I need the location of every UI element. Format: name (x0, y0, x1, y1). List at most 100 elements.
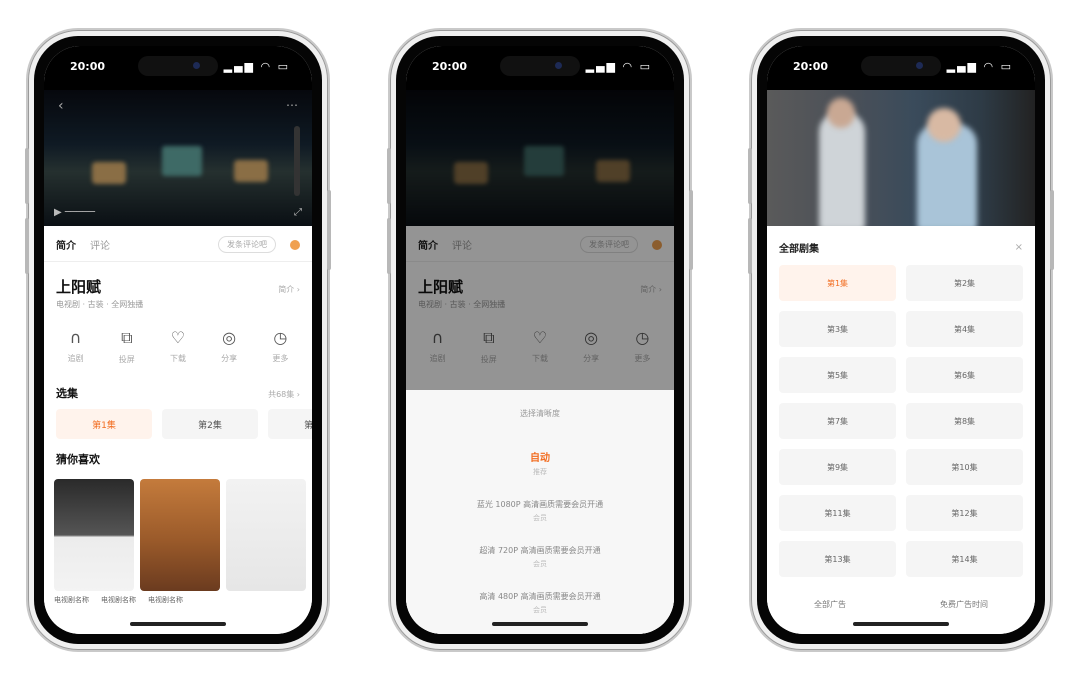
footer-link[interactable]: 全部广告 (814, 599, 846, 610)
episodes-more[interactable]: 共68集 › (268, 389, 300, 400)
poster-caption: 电视剧名称 (148, 596, 183, 604)
status-bar: 20:00 ▂▄▆ ◠ ▭ (44, 46, 312, 90)
dynamic-island (138, 56, 218, 76)
scene-lamp (234, 160, 268, 182)
episode-cell[interactable]: 第4集 (906, 311, 1023, 347)
scene-lamp (92, 162, 126, 184)
play-icon[interactable]: ▶ ───── (54, 207, 95, 218)
scene-screen (162, 146, 202, 176)
episode-cell[interactable]: 第6集 (906, 357, 1023, 393)
episode-cell[interactable]: 第14集 (906, 541, 1023, 577)
poster-item[interactable] (140, 479, 220, 591)
status-icons: ▂▄▆ ◠ ▭ (223, 60, 290, 73)
status-bar: 20:00 ▂▄▆ ◠ ▭ (406, 46, 674, 90)
action-cast[interactable]: ⧉ 投屏 (119, 328, 135, 365)
scene-face (827, 98, 855, 128)
recommend-header: 猜你喜欢 (44, 439, 312, 475)
episode-cell[interactable]: 第9集 (779, 449, 896, 485)
option-label: 蓝光 1080P 高清画质需要会员开通 (476, 500, 604, 509)
episode-cell[interactable]: 第7集 (779, 403, 896, 439)
video-player[interactable]: ‹ ⋯ ▶ ───── ⤢ (44, 90, 312, 226)
phone-bezel: 20:00 ▂▄▆ ◠ ▭ 全部剧集 × 第1集 第2集 第3集 第4集 第5集 第6集第… (757, 36, 1045, 644)
action-share[interactable]: ◎ 分享 (221, 328, 237, 365)
episode-cell[interactable]: 第10集 (906, 449, 1023, 485)
home-indicator[interactable] (853, 622, 949, 626)
episode-grid: 第1集 第2集 第3集 第4集 第5集 第6集 第7集 第8集 第9集 第10集 第11集 第12集第… (767, 265, 1035, 577)
action-more[interactable]: ◷ 更多 (272, 328, 288, 365)
episodes-screen: 20:00 ▂▄▆ ◠ ▭ 全部剧集 × 第1集 第2集 第3集 第4集 第5集 第6集第… (767, 46, 1035, 634)
episode-cell[interactable]: 第11集 (779, 495, 896, 531)
tab-intro[interactable]: 简介 (56, 237, 76, 252)
status-bar: 20:00 ▂▄▆ ◠ ▭ (767, 46, 1035, 90)
episodes-title: 选集 (56, 387, 78, 400)
dynamic-island (861, 56, 941, 76)
danmaku-bar (294, 126, 300, 196)
action-bar: ∩ 追剧 ⧉ 投屏 ♡ 下载 ◎ 分享 ◷ 更多 (44, 310, 312, 373)
footer-link[interactable]: 免费广告时间 (940, 599, 988, 610)
comment-input[interactable]: 发条评论吧 (218, 236, 276, 253)
show-meta: 电视剧 · 古装 · 全网独播 (56, 300, 144, 309)
status-time: 20:00 (432, 60, 468, 73)
episode-item[interactable]: 第1集 (56, 409, 152, 439)
quality-option[interactable]: 自动 推荐 (406, 441, 674, 491)
action-download[interactable]: ♡ 下载 (170, 328, 186, 365)
quality-sheet: 选择清晰度 自动 推荐 蓝光 1080P 高清画质需要会员开通 会员 超清 72… (406, 390, 674, 634)
episode-panel: 全部剧集 × 第1集 第2集 第3集 第4集 第5集 第6集 第7集 第8集 第9集 第10集 第1… (767, 226, 1035, 634)
close-icon[interactable]: × (1015, 242, 1023, 253)
option-label: 高清 480P 高清画质需要会员开通 (479, 592, 601, 601)
share-icon: ◎ (222, 328, 237, 347)
action-label: 追剧 (67, 354, 84, 363)
avatar[interactable] (290, 239, 300, 250)
player-controls[interactable]: ▶ ───── ⤢ (54, 207, 302, 218)
option-label: 自动 (530, 453, 550, 464)
title-row: 上阳赋 简介 › (44, 262, 312, 299)
action-label: 下载 (169, 354, 186, 363)
video-player[interactable] (767, 90, 1035, 226)
action-follow[interactable]: ∩ 追剧 (68, 328, 84, 365)
scene-face (927, 108, 961, 142)
episode-cell[interactable]: 第3集 (779, 311, 896, 347)
phone-picker: 20:00 ▂▄▆ ◠ ▭ 简介 评论 发条评论吧 上阳赋 简介 › 电视剧 ·… (387, 30, 693, 650)
picker-screen: 20:00 ▂▄▆ ◠ ▭ 简介 评论 发条评论吧 上阳赋 简介 › 电视剧 ·… (406, 46, 674, 634)
episode-cell[interactable]: 第2集 (906, 265, 1023, 301)
detail-body: 简介 评论 发条评论吧 上阳赋 简介 › 电视剧 · 古装 · 全网独播 ∩ 追剧… (44, 226, 312, 634)
poster-list (44, 475, 312, 591)
back-icon[interactable]: ‹ (58, 98, 64, 114)
brief-link[interactable]: 简介 › (278, 284, 300, 295)
poster-caption: 电视剧名称 (101, 596, 136, 604)
status-time: 20:00 (70, 60, 106, 73)
detail-tabs: 简介 评论 发条评论吧 (44, 226, 312, 262)
quality-option[interactable]: 超清 720P 高清画质需要会员开通 会员 (406, 537, 674, 583)
episode-cell[interactable]: 第13集 (779, 541, 896, 577)
dim-overlay[interactable] (406, 90, 674, 390)
home-indicator[interactable] (492, 622, 588, 626)
fullscreen-icon[interactable]: ⤢ (294, 207, 302, 218)
episode-cell[interactable]: 第12集 (906, 495, 1023, 531)
episode-item[interactable]: 第2集 (162, 409, 258, 439)
episode-cell[interactable]: 第8集 (906, 403, 1023, 439)
panel-title: 全部剧集 (779, 244, 819, 255)
more-icon[interactable]: ⋯ (286, 98, 298, 112)
poster-captions: 电视剧名称 电视剧名称 电视剧名称 (44, 591, 312, 609)
phone-bezel: 20:00 ▂▄▆ ◠ ▭ ‹ ⋯ ▶ ───── ⤢ 简介 评论 发条评论吧 … (34, 36, 322, 644)
detail-screen: 20:00 ▂▄▆ ◠ ▭ ‹ ⋯ ▶ ───── ⤢ 简介 评论 发条评论吧 … (44, 46, 312, 634)
status-icons: ▂▄▆ ◠ ▭ (946, 60, 1013, 73)
episodes-header: 选集 共68集 › (44, 373, 312, 409)
poster-item[interactable] (54, 479, 134, 591)
episode-cell[interactable]: 第5集 (779, 357, 896, 393)
tab-comments[interactable]: 评论 (90, 237, 110, 252)
show-title: 上阳赋 (56, 278, 102, 296)
phone-detail: 20:00 ▂▄▆ ◠ ▭ ‹ ⋯ ▶ ───── ⤢ 简介 评论 发条评论吧 … (25, 30, 331, 650)
home-indicator[interactable] (130, 622, 226, 626)
recommend-title: 猜你喜欢 (56, 453, 100, 466)
episode-item[interactable]: 第3集 (268, 409, 312, 439)
poster-caption: 电视剧名称 (54, 596, 89, 604)
headphones-icon: ∩ (69, 328, 82, 347)
sheet-title: 选择清晰度 (520, 409, 560, 418)
option-sub: 会员 (533, 606, 547, 614)
poster-item[interactable] (226, 479, 306, 591)
quality-option[interactable]: 蓝光 1080P 高清画质需要会员开通 会员 (406, 491, 674, 537)
episode-cell[interactable]: 第1集 (779, 265, 896, 301)
episode-list: 第1集 第2集 第3集 (44, 409, 312, 439)
status-time: 20:00 (793, 60, 829, 73)
